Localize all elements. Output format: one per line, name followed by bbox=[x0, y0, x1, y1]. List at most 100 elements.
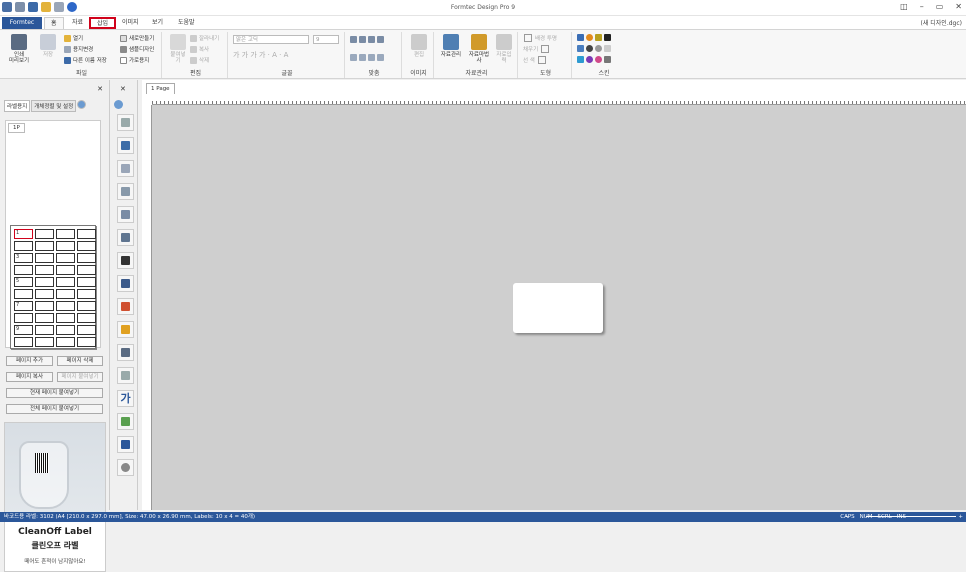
label-cell[interactable] bbox=[77, 313, 96, 323]
label-cell[interactable] bbox=[56, 241, 75, 251]
label-cell[interactable] bbox=[77, 301, 96, 311]
label-cell[interactable] bbox=[56, 253, 75, 263]
label-cell[interactable] bbox=[77, 229, 96, 239]
data-wizard-button[interactable]: 자료마법사 bbox=[468, 34, 490, 64]
tab-image[interactable]: 이미지 bbox=[116, 17, 145, 29]
change-paper-button[interactable]: 용지변경 bbox=[64, 45, 93, 53]
label-cell[interactable] bbox=[77, 277, 96, 287]
paste-page-button[interactable]: 페이지 붙여넣기 bbox=[57, 372, 103, 382]
help-icon[interactable] bbox=[77, 100, 87, 109]
label-cell[interactable] bbox=[35, 265, 54, 275]
tab-object-align[interactable]: 개체정렬 및 설정 bbox=[31, 100, 77, 112]
label-cell[interactable]: 7 bbox=[14, 301, 33, 311]
close-icon[interactable]: ✕ bbox=[955, 2, 962, 11]
minimize-icon[interactable]: – bbox=[920, 2, 924, 11]
cleanoff-ad-banner[interactable]: CleanOff Label 클린오프 라벨 떼어도 흔적이 남지않아요! bbox=[4, 422, 106, 572]
copy-page-button[interactable]: 페이지 복사 bbox=[6, 372, 53, 382]
label-cell[interactable] bbox=[56, 313, 75, 323]
transparent-bg-checkbox[interactable]: 배경 투명 bbox=[523, 34, 557, 42]
help-icon[interactable] bbox=[114, 100, 123, 109]
delete-page-button[interactable]: 페이지 삭제 bbox=[57, 356, 103, 366]
label-cell[interactable] bbox=[56, 337, 75, 347]
label-cell[interactable]: 3 bbox=[14, 253, 33, 263]
barcode-tool-icon[interactable] bbox=[117, 275, 134, 292]
align-bottom-buttons[interactable] bbox=[350, 54, 384, 61]
label-cell[interactable] bbox=[14, 289, 33, 299]
tab-insert[interactable]: 삽입 bbox=[89, 17, 117, 29]
select-tool-icon[interactable] bbox=[117, 114, 134, 131]
label-design-surface[interactable] bbox=[513, 283, 603, 333]
sample-design-button[interactable]: 샘플디자인 bbox=[120, 45, 154, 53]
new-button[interactable]: 새로만들기 bbox=[120, 34, 154, 42]
fill-color[interactable]: 채우기 bbox=[523, 45, 550, 53]
save-as-button[interactable]: 다른 이름 저장 bbox=[64, 56, 107, 64]
label-cell[interactable] bbox=[35, 337, 54, 347]
label-cell[interactable] bbox=[77, 253, 96, 263]
paste-button[interactable]: 붙여넣기 bbox=[168, 34, 188, 64]
font-format-tools[interactable]: 가 가 가 가 · A · A bbox=[233, 50, 288, 60]
label-cell[interactable] bbox=[35, 253, 54, 263]
line-color[interactable]: 선 색 bbox=[523, 56, 547, 64]
zoom-slider[interactable] bbox=[866, 516, 956, 517]
qrcode-tool-icon[interactable] bbox=[117, 252, 134, 269]
cut-button[interactable]: 잘라내기 bbox=[190, 34, 219, 42]
paste-all-pages-button[interactable]: 전체 페이지 붙여넣기 bbox=[6, 404, 103, 414]
label-cell[interactable] bbox=[56, 289, 75, 299]
label-cell[interactable] bbox=[35, 325, 54, 335]
label-cell[interactable] bbox=[77, 265, 96, 275]
open-button[interactable]: 열기 bbox=[64, 34, 83, 42]
label-cell[interactable] bbox=[56, 325, 75, 335]
zoom-out-button[interactable]: − bbox=[845, 512, 850, 522]
label-cell[interactable] bbox=[14, 337, 33, 347]
zoom-in-button[interactable]: + bbox=[958, 512, 963, 522]
label-cell[interactable] bbox=[14, 265, 33, 275]
label-cell[interactable] bbox=[77, 337, 96, 347]
tab-formtec[interactable]: Formtec bbox=[2, 17, 42, 29]
group-tool-icon[interactable] bbox=[117, 183, 134, 200]
disc-tool-icon[interactable] bbox=[117, 459, 134, 476]
add-page-button[interactable]: 페이지 추가 bbox=[6, 356, 53, 366]
page-tab-1p[interactable]: 1P bbox=[8, 123, 25, 133]
tab-home[interactable]: 홈 bbox=[44, 17, 64, 29]
landscape-button[interactable]: 가로용지 bbox=[120, 56, 149, 64]
skin-row-3[interactable] bbox=[577, 56, 611, 63]
label-cell[interactable] bbox=[56, 301, 75, 311]
design-canvas[interactable] bbox=[152, 105, 966, 510]
skin-row-1[interactable] bbox=[577, 34, 611, 41]
data-input-button[interactable]: 자료입력 bbox=[494, 34, 514, 64]
tab-data[interactable]: 자료 bbox=[66, 17, 89, 29]
image-tool-icon[interactable] bbox=[117, 321, 134, 338]
label-cell[interactable] bbox=[35, 229, 54, 239]
arrange-tool-icon[interactable] bbox=[117, 160, 134, 177]
page-tab[interactable]: 1 Page bbox=[146, 83, 175, 94]
tab-view[interactable]: 보기 bbox=[146, 17, 169, 29]
delete-tool-icon[interactable] bbox=[117, 137, 134, 154]
label-cell[interactable] bbox=[77, 241, 96, 251]
label-cell[interactable] bbox=[35, 241, 54, 251]
label-cell[interactable] bbox=[56, 277, 75, 287]
serial-tool-icon[interactable] bbox=[117, 298, 134, 315]
close-icon[interactable]: ✕ bbox=[97, 85, 103, 93]
data-manage-button[interactable]: 자료관리 bbox=[439, 34, 463, 58]
picture-tool-icon[interactable] bbox=[117, 413, 134, 430]
image-edit-button[interactable]: 편집 bbox=[409, 34, 429, 58]
label-cell[interactable]: 5 bbox=[14, 277, 33, 287]
label-cell[interactable] bbox=[14, 313, 33, 323]
label-cell[interactable] bbox=[56, 265, 75, 275]
tab-help[interactable]: 도움말 bbox=[172, 17, 201, 29]
note-tool-icon[interactable] bbox=[117, 367, 134, 384]
label-layout-thumbnail[interactable]: 1 3 5 7 9 bbox=[10, 225, 96, 349]
label-cell[interactable] bbox=[35, 289, 54, 299]
close-icon[interactable]: ✕ bbox=[120, 85, 126, 93]
restore-icon[interactable]: ◫ bbox=[900, 2, 908, 11]
label-cell[interactable] bbox=[35, 301, 54, 311]
korean-text-tool-icon[interactable]: 가 bbox=[117, 390, 134, 407]
label-cell[interactable] bbox=[77, 289, 96, 299]
table-tool-icon[interactable] bbox=[117, 344, 134, 361]
label-cell[interactable]: 1 bbox=[14, 229, 33, 239]
font-name-combo[interactable]: 맑은 고딕 bbox=[233, 35, 309, 44]
print-preview-button[interactable]: 인쇄 미리보기 bbox=[6, 34, 32, 64]
skin-row-2[interactable] bbox=[577, 45, 611, 52]
label-cell[interactable] bbox=[77, 325, 96, 335]
label-cell[interactable] bbox=[35, 277, 54, 287]
